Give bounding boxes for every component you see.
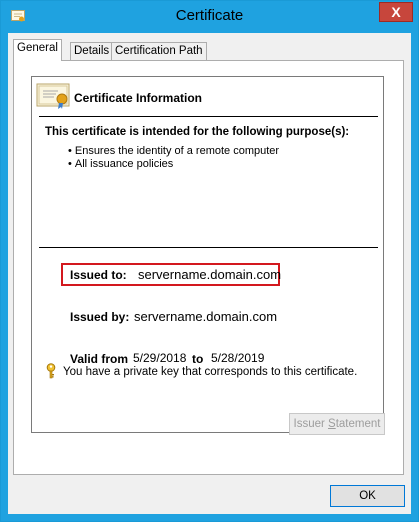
valid-from-label: Valid from xyxy=(70,352,129,366)
purpose-heading: This certificate is intended for the fol… xyxy=(45,126,350,138)
close-icon: X xyxy=(391,4,401,20)
issued-to-value: servername.domain.com xyxy=(138,267,282,282)
valid-from-value: 5/29/2018 xyxy=(133,351,187,365)
issuer-statement-button[interactable]: Issuer Statement xyxy=(289,413,385,435)
valid-to-value: 5/28/2019 xyxy=(211,351,265,365)
certificate-information-heading: Certificate Information xyxy=(74,91,203,105)
certificate-information-box: Certificate Information This certificate… xyxy=(31,76,384,433)
issuer-statement-accelerator: S xyxy=(328,418,336,430)
purpose-item: Ensures the identity of a remote compute… xyxy=(68,145,279,158)
purpose-item: All issuance policies xyxy=(68,158,279,171)
certificate-icon xyxy=(36,83,70,109)
issuer-statement-label-part: Issuer xyxy=(293,418,329,430)
certificate-window: Certificate X General Details Certificat… xyxy=(0,0,419,522)
title-bar[interactable]: Certificate X xyxy=(1,1,418,33)
divider xyxy=(39,116,378,117)
private-key-note: You have a private key that corresponds … xyxy=(63,366,358,378)
issued-by-value: servername.domain.com xyxy=(134,309,278,324)
issued-by-label: Issued by: xyxy=(70,310,130,324)
issued-to-label: Issued to: xyxy=(70,268,127,282)
valid-to-label: to xyxy=(192,352,204,366)
purpose-list: Ensures the identity of a remote compute… xyxy=(68,145,279,171)
close-button[interactable]: X xyxy=(379,2,413,22)
tab-details[interactable]: Details xyxy=(70,42,114,61)
key-icon xyxy=(46,363,56,379)
tab-certification-path[interactable]: Certification Path xyxy=(111,42,207,61)
window-title: Certificate xyxy=(175,7,244,24)
dialog-body: General Details Certification Path Certi… xyxy=(8,33,411,514)
issuer-statement-label-part: tatement xyxy=(335,418,381,430)
tab-general[interactable]: General xyxy=(13,39,62,61)
divider xyxy=(39,247,378,248)
ok-button[interactable]: OK xyxy=(330,485,405,507)
